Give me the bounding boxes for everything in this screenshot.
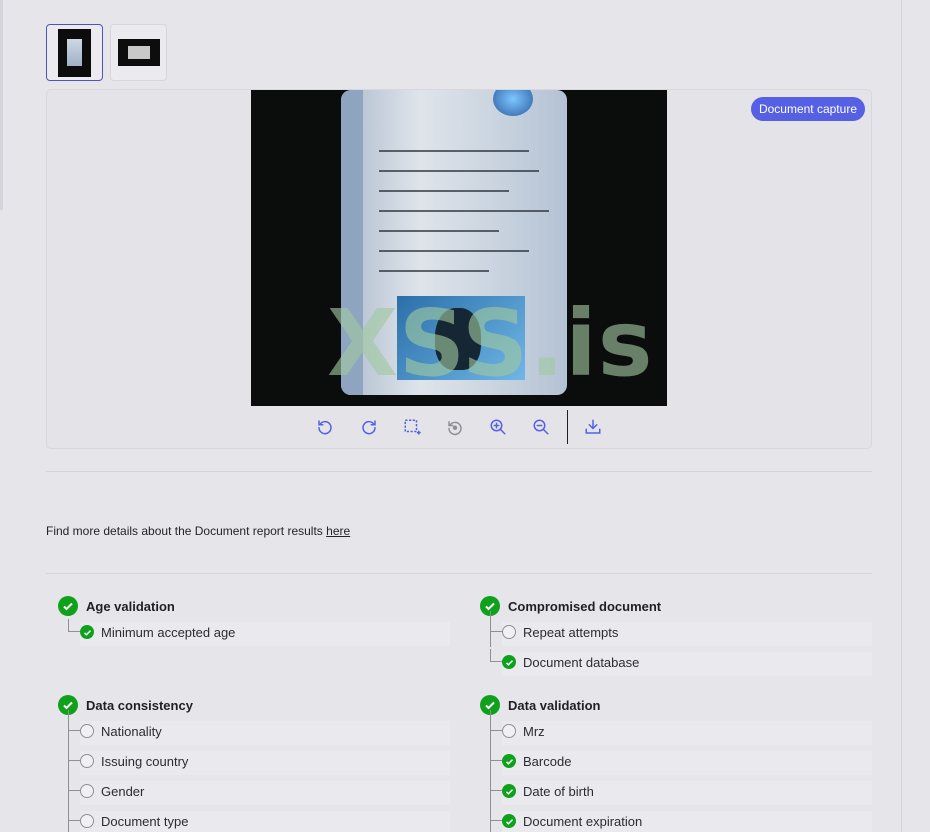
list-item: Document database <box>480 647 872 677</box>
divider <box>46 471 872 472</box>
thumbnail-front-image <box>58 28 91 77</box>
card-hologram <box>493 90 533 116</box>
toolbar-divider <box>567 410 568 444</box>
section-title: Data validation <box>508 697 601 713</box>
reset-button[interactable] <box>444 416 466 438</box>
details-text: Find more details about the Document rep… <box>46 524 350 538</box>
download-button[interactable] <box>582 416 604 438</box>
document-viewer: XSS.is Document capture <box>46 89 872 449</box>
crop-icon <box>404 419 421 435</box>
empty-circle-icon <box>80 724 94 738</box>
list-item: Date of birth <box>480 770 872 806</box>
empty-circle-icon <box>80 754 94 768</box>
section-age-validation: Age validation Minimum accepted age <box>58 595 450 647</box>
document-thumbnails <box>46 24 167 81</box>
section-title: Compromised document <box>508 598 662 614</box>
document-capture-badge: Document capture <box>750 97 865 121</box>
check-icon <box>502 814 516 828</box>
card-text-line <box>379 170 539 172</box>
reset-icon <box>448 421 462 436</box>
list-item: Barcode <box>480 740 872 776</box>
item-label: Issuing country <box>101 754 189 769</box>
download-icon <box>585 419 601 434</box>
zoom-in-button[interactable] <box>487 416 509 438</box>
list-item: Mrz <box>480 710 872 746</box>
item-label: Minimum accepted age <box>101 625 236 640</box>
check-icon <box>502 784 516 798</box>
rotate-right-icon <box>362 420 376 435</box>
check-icon <box>80 625 94 639</box>
rotate-right-button[interactable] <box>358 416 380 438</box>
empty-circle-icon <box>502 724 516 738</box>
card-text-line <box>379 250 529 252</box>
card-text-line <box>379 230 499 232</box>
divider <box>46 573 872 574</box>
zoom-out-button[interactable] <box>530 416 552 438</box>
empty-circle-icon <box>80 814 94 828</box>
item-label: Barcode <box>523 754 572 769</box>
list-item: Nationality <box>58 710 450 746</box>
card-text-line <box>379 270 489 272</box>
section-data-consistency: Data consistency Nationality Issuing cou… <box>58 694 450 832</box>
zoom-in-icon <box>490 419 506 435</box>
crop-button[interactable] <box>401 416 423 438</box>
section-title: Data consistency <box>86 697 193 713</box>
empty-circle-icon <box>80 784 94 798</box>
item-label: Gender <box>101 784 145 799</box>
card-text-line <box>379 210 549 212</box>
watermark: XSS.is <box>327 290 654 397</box>
section-title: Age validation <box>86 598 175 614</box>
list-item: Repeat attempts <box>480 611 872 647</box>
item-label: Mrz <box>523 724 545 739</box>
item-label: Document database <box>523 655 640 670</box>
list-item: Gender <box>58 770 450 806</box>
list-item: Issuing country <box>58 740 450 776</box>
card-text-line <box>379 150 529 152</box>
check-icon <box>502 754 516 768</box>
section-data-validation: Data validation Mrz Barcode Date of birt… <box>480 694 872 832</box>
zoom-out-icon <box>533 419 549 435</box>
details-label: Find more details about the Document rep… <box>46 524 327 538</box>
document-photo: XSS.is <box>251 90 667 406</box>
empty-circle-icon <box>502 625 516 639</box>
thumbnail-front[interactable] <box>46 24 103 81</box>
item-label: Repeat attempts <box>523 625 619 640</box>
image-toolbar <box>47 406 871 448</box>
list-item: Minimum accepted age <box>58 617 450 647</box>
section-compromised-document: Compromised document Repeat attempts Doc… <box>480 595 872 677</box>
panel-edge <box>901 0 902 832</box>
rotate-left-button[interactable] <box>314 416 336 438</box>
thumbnail-back-image <box>117 39 160 66</box>
card-text-line <box>379 190 509 192</box>
check-icon <box>58 596 78 616</box>
check-icon <box>502 655 516 669</box>
item-label: Document expiration <box>523 814 643 829</box>
item-label: Date of birth <box>523 784 594 799</box>
list-item: Document type <box>58 800 450 832</box>
list-item: Document expiration <box>480 800 872 832</box>
details-link[interactable]: here <box>326 524 350 538</box>
left-rail <box>0 0 3 210</box>
rotate-left-icon <box>318 420 332 435</box>
thumbnail-back[interactable] <box>110 24 167 81</box>
item-label: Document type <box>101 814 189 829</box>
item-label: Nationality <box>101 724 162 739</box>
